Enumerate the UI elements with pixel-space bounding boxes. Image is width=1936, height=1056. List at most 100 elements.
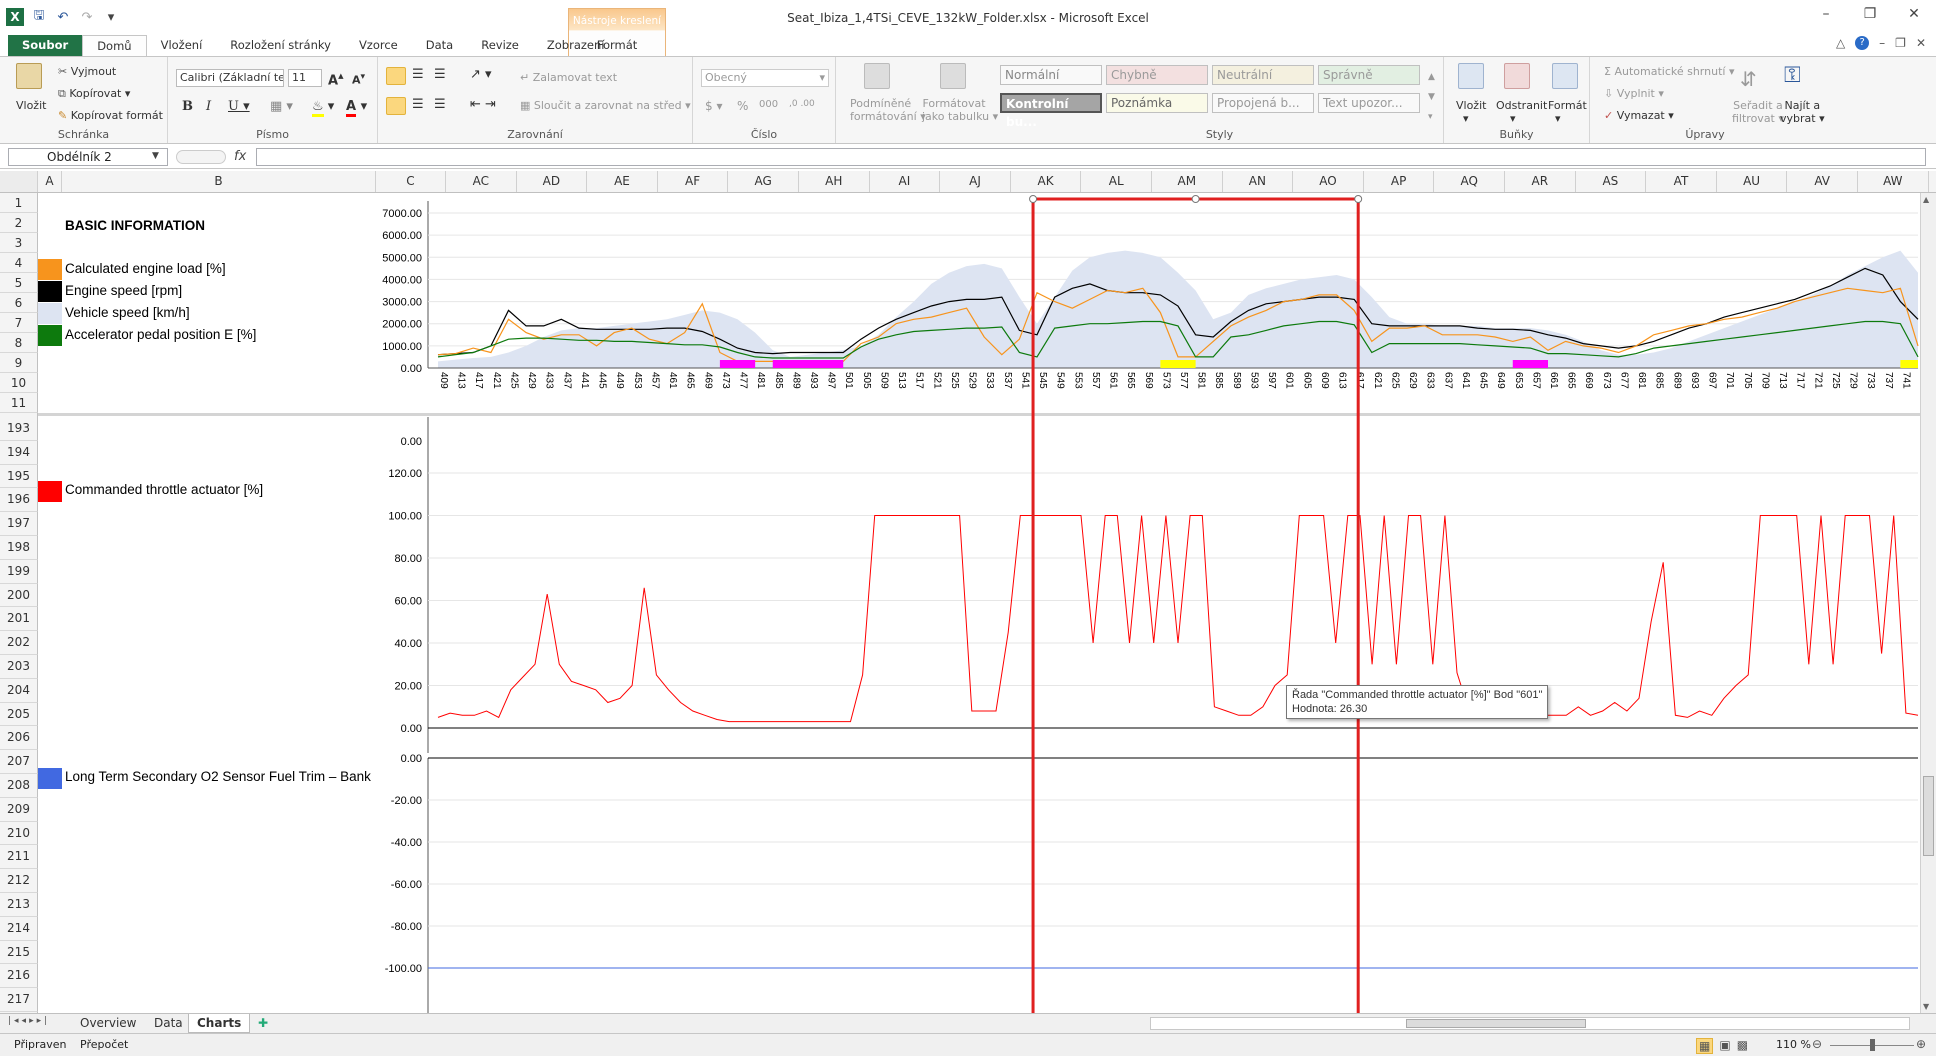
style-linked-cell[interactable]: Propojená b... (1212, 93, 1314, 113)
row-header-9[interactable]: 9 (0, 353, 38, 373)
workbook-restore-icon[interactable]: ❐ (1895, 36, 1906, 50)
vertical-scroll-thumb[interactable] (1923, 776, 1934, 856)
column-header-c[interactable]: C (376, 171, 446, 192)
column-header-ag[interactable]: AG (728, 171, 799, 192)
tab-insert[interactable]: Vložení (147, 35, 217, 56)
format-as-table-icon[interactable] (940, 63, 966, 89)
tab-review[interactable]: Revize (467, 35, 533, 56)
tab-file[interactable]: Soubor (8, 35, 83, 56)
font-size-select[interactable]: 11 (288, 69, 322, 87)
column-header-aj[interactable]: AJ (940, 171, 1011, 192)
format-painter-button[interactable]: ✎ Kopírovat formát (58, 109, 163, 122)
page-break-view-icon[interactable]: ▩ (1737, 1038, 1748, 1054)
column-header-b[interactable]: B (62, 171, 376, 192)
style-good[interactable]: Správně (1318, 65, 1420, 85)
format-cells-button[interactable]: Formát ▾ (1548, 99, 1587, 125)
orientation-icon[interactable]: ↗ ▾ (470, 67, 492, 82)
zoom-out-icon[interactable]: ⊖ (1812, 1037, 1822, 1051)
align-right-icon[interactable]: ☰ (434, 97, 446, 112)
row-header-209[interactable]: 209 (0, 797, 38, 822)
row-header-210[interactable]: 210 (0, 821, 38, 846)
number-format-select[interactable]: Obecný ▾ (701, 69, 829, 87)
sheet-tab-data[interactable]: Data (146, 1014, 191, 1033)
zoom-level[interactable]: 110 % (1776, 1038, 1811, 1051)
sheet-nav-arrows-icon[interactable]: |◂◂▸▸| (8, 1016, 50, 1026)
align-center-icon[interactable]: ☰ (412, 97, 424, 112)
find-select-button[interactable]: Najít a vybrat ▾ (1780, 99, 1825, 125)
currency-icon[interactable]: $ ▾ (705, 99, 722, 113)
minimize-ribbon-icon[interactable]: △ (1836, 36, 1845, 50)
delete-cells-icon[interactable] (1504, 63, 1530, 89)
column-header-av[interactable]: AV (1787, 171, 1858, 192)
column-header-ad[interactable]: AD (517, 171, 588, 192)
column-header-ap[interactable]: AP (1364, 171, 1435, 192)
sort-filter-button[interactable]: Seřadit a filtrovat ▾ (1732, 99, 1784, 125)
row-header-6[interactable]: 6 (0, 293, 38, 313)
style-check-cell[interactable]: Kontrolní bu... (1000, 93, 1102, 129)
find-select-icon[interactable]: ⚿ (1784, 63, 1801, 88)
column-header-au[interactable]: AU (1717, 171, 1788, 192)
insert-cells-icon[interactable] (1458, 63, 1484, 89)
row-header-2[interactable]: 2 (0, 213, 38, 233)
percent-icon[interactable]: % (737, 99, 748, 113)
column-header-an[interactable]: AN (1223, 171, 1294, 192)
worksheet-grid[interactable]: BASIC INFORMATION Calculated engine load… (38, 193, 1920, 1013)
row-header-202[interactable]: 202 (0, 631, 38, 655)
zoom-slider-thumb[interactable] (1870, 1039, 1875, 1051)
styles-scroll-icon[interactable]: ▲ ▼ ▾ (1428, 67, 1435, 127)
row-header-193[interactable]: 193 (0, 417, 38, 441)
style-note[interactable]: Poznámka (1106, 93, 1208, 113)
row-header-200[interactable]: 200 (0, 583, 38, 608)
row-header-7[interactable]: 7 (0, 313, 38, 333)
restore-button[interactable]: ❐ (1848, 6, 1892, 22)
scroll-down-icon[interactable]: ▼ (1923, 1002, 1929, 1011)
normal-view-icon[interactable]: ▦ (1696, 1038, 1714, 1054)
clear-button[interactable]: ✓ Vymazat ▾ (1604, 109, 1674, 122)
horizontal-scroll-thumb[interactable] (1406, 1019, 1586, 1028)
tab-page-layout[interactable]: Rozložení stránky (216, 35, 345, 56)
row-header-214[interactable]: 214 (0, 916, 38, 941)
name-box[interactable]: Obdélník 2 (8, 148, 168, 166)
align-bottom-icon[interactable]: ☰ (434, 67, 446, 82)
shrink-font-icon[interactable]: A▾ (352, 71, 365, 87)
row-header-208[interactable]: 208 (0, 774, 38, 798)
row-header-195[interactable]: 195 (0, 464, 38, 489)
row-header-196[interactable]: 196 (0, 488, 38, 513)
page-layout-view-icon[interactable]: ▣ (1719, 1038, 1730, 1054)
formula-bar-handle[interactable] (176, 150, 226, 164)
copy-button[interactable]: ⧉ Kopírovat ▾ (58, 87, 130, 101)
column-header-at[interactable]: AT (1646, 171, 1717, 192)
fill-color-icon[interactable]: ♨ ▾ (312, 99, 334, 117)
column-header-am[interactable]: AM (1152, 171, 1223, 192)
indent-icon[interactable]: ⇤ ⇥ (470, 97, 496, 112)
underline-icon[interactable]: U ▾ (228, 99, 250, 114)
row-header-203[interactable]: 203 (0, 655, 38, 679)
column-header-as[interactable]: AS (1576, 171, 1647, 192)
row-header-201[interactable]: 201 (0, 607, 38, 632)
column-header-ak[interactable]: AK (1011, 171, 1082, 192)
insert-function-icon[interactable]: fx (234, 149, 246, 164)
row-header-207[interactable]: 207 (0, 750, 38, 774)
new-sheet-icon[interactable]: ✚ (250, 1014, 276, 1033)
workbook-close-icon[interactable]: ✕ (1916, 36, 1926, 50)
column-header-ah[interactable]: AH (799, 171, 870, 192)
style-normal[interactable]: Normální (1000, 65, 1102, 85)
row-header-198[interactable]: 198 (0, 536, 38, 560)
column-header-ac[interactable]: AC (446, 171, 517, 192)
row-header-194[interactable]: 194 (0, 440, 38, 465)
row-header-197[interactable]: 197 (0, 512, 38, 536)
paste-button[interactable]: Vložit (16, 99, 46, 112)
scroll-up-icon[interactable]: ▲ (1923, 195, 1929, 204)
borders-icon[interactable]: ▦ ▾ (270, 99, 293, 114)
style-warning-text[interactable]: Text upozor... (1318, 93, 1420, 113)
row-header-10[interactable]: 10 (0, 373, 38, 393)
row-header-211[interactable]: 211 (0, 845, 38, 870)
row-header-4[interactable]: 4 (0, 253, 38, 273)
row-header-206[interactable]: 206 (0, 726, 38, 751)
paste-icon[interactable] (16, 63, 42, 89)
autosum-button[interactable]: Σ Automatické shrnutí ▾ (1604, 65, 1734, 78)
row-header-212[interactable]: 212 (0, 869, 38, 893)
sheet-tab-overview[interactable]: Overview (72, 1014, 145, 1033)
tab-home[interactable]: Domů (82, 35, 147, 56)
font-name-select[interactable]: Calibri (Základní te (176, 69, 284, 87)
